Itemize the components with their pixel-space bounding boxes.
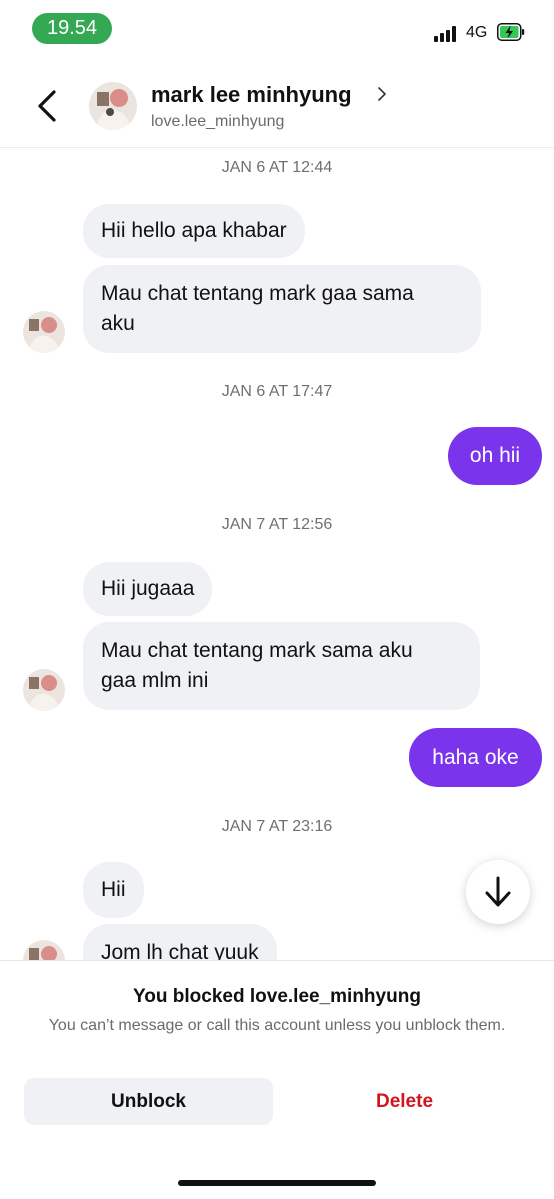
message-text: oh hii — [469, 444, 521, 467]
incoming-message[interactable]: Hii hello apa khabar — [83, 204, 305, 258]
message-text-line: Mau chat tentang mark gaa sama — [101, 282, 414, 305]
status-bar: 19.54 4G — [0, 0, 554, 62]
sender-avatar[interactable] — [23, 669, 65, 711]
status-time: 19.54 — [32, 13, 112, 44]
blocked-panel: You blocked love.lee_minhyung You can’t … — [0, 960, 554, 1199]
sender-avatar[interactable] — [23, 311, 65, 353]
delete-button[interactable]: Delete — [280, 1078, 529, 1125]
network-type: 4G — [466, 24, 488, 41]
scroll-to-bottom-button[interactable] — [466, 860, 530, 924]
contact-name[interactable]: mark lee minhyung — [151, 82, 352, 108]
timestamp: JAN 6 AT 12:44 — [221, 159, 333, 176]
message-text-line: aku — [101, 312, 135, 335]
message-text-line: gaa mlm ini — [101, 669, 209, 692]
timestamp: JAN 7 AT 23:16 — [221, 818, 333, 835]
battery-charging-icon — [497, 23, 525, 41]
home-indicator — [178, 1180, 376, 1186]
back-arrow-icon[interactable] — [30, 84, 64, 128]
message-text: Hii jugaaa — [101, 577, 195, 600]
profile-avatar[interactable] — [89, 82, 137, 130]
unblock-button[interactable]: Unblock — [24, 1078, 273, 1125]
incoming-message[interactable]: Mau chat tentang mark sama aku gaa mlm i… — [83, 622, 480, 710]
chat-header: mark lee minhyung love.lee_minhyung — [0, 62, 554, 148]
signal-bars-icon — [434, 26, 458, 42]
message-text: Hii hello apa khabar — [101, 219, 287, 242]
chevron-right-icon[interactable] — [375, 84, 389, 104]
timestamp: JAN 6 AT 17:47 — [221, 383, 333, 400]
message-text: Hii — [101, 878, 126, 901]
incoming-message[interactable]: Hii jugaaa — [83, 562, 213, 616]
timestamp: JAN 7 AT 12:56 — [221, 516, 333, 533]
arrow-down-icon — [485, 876, 511, 907]
incoming-message[interactable]: Hii — [83, 862, 144, 918]
outgoing-message[interactable]: oh hii — [448, 427, 542, 485]
message-text-line: Mau chat tentang mark sama aku — [101, 639, 413, 662]
message-text: haha oke — [432, 745, 519, 769]
outgoing-message[interactable]: haha oke — [409, 728, 542, 787]
blocked-title: You blocked love.lee_minhyung — [133, 986, 421, 1007]
contact-handle: love.lee_minhyung — [151, 113, 285, 130]
blocked-description: You can’t message or call this account u… — [48, 1017, 506, 1034]
incoming-message[interactable]: Mau chat tentang mark gaa sama aku — [83, 265, 481, 353]
